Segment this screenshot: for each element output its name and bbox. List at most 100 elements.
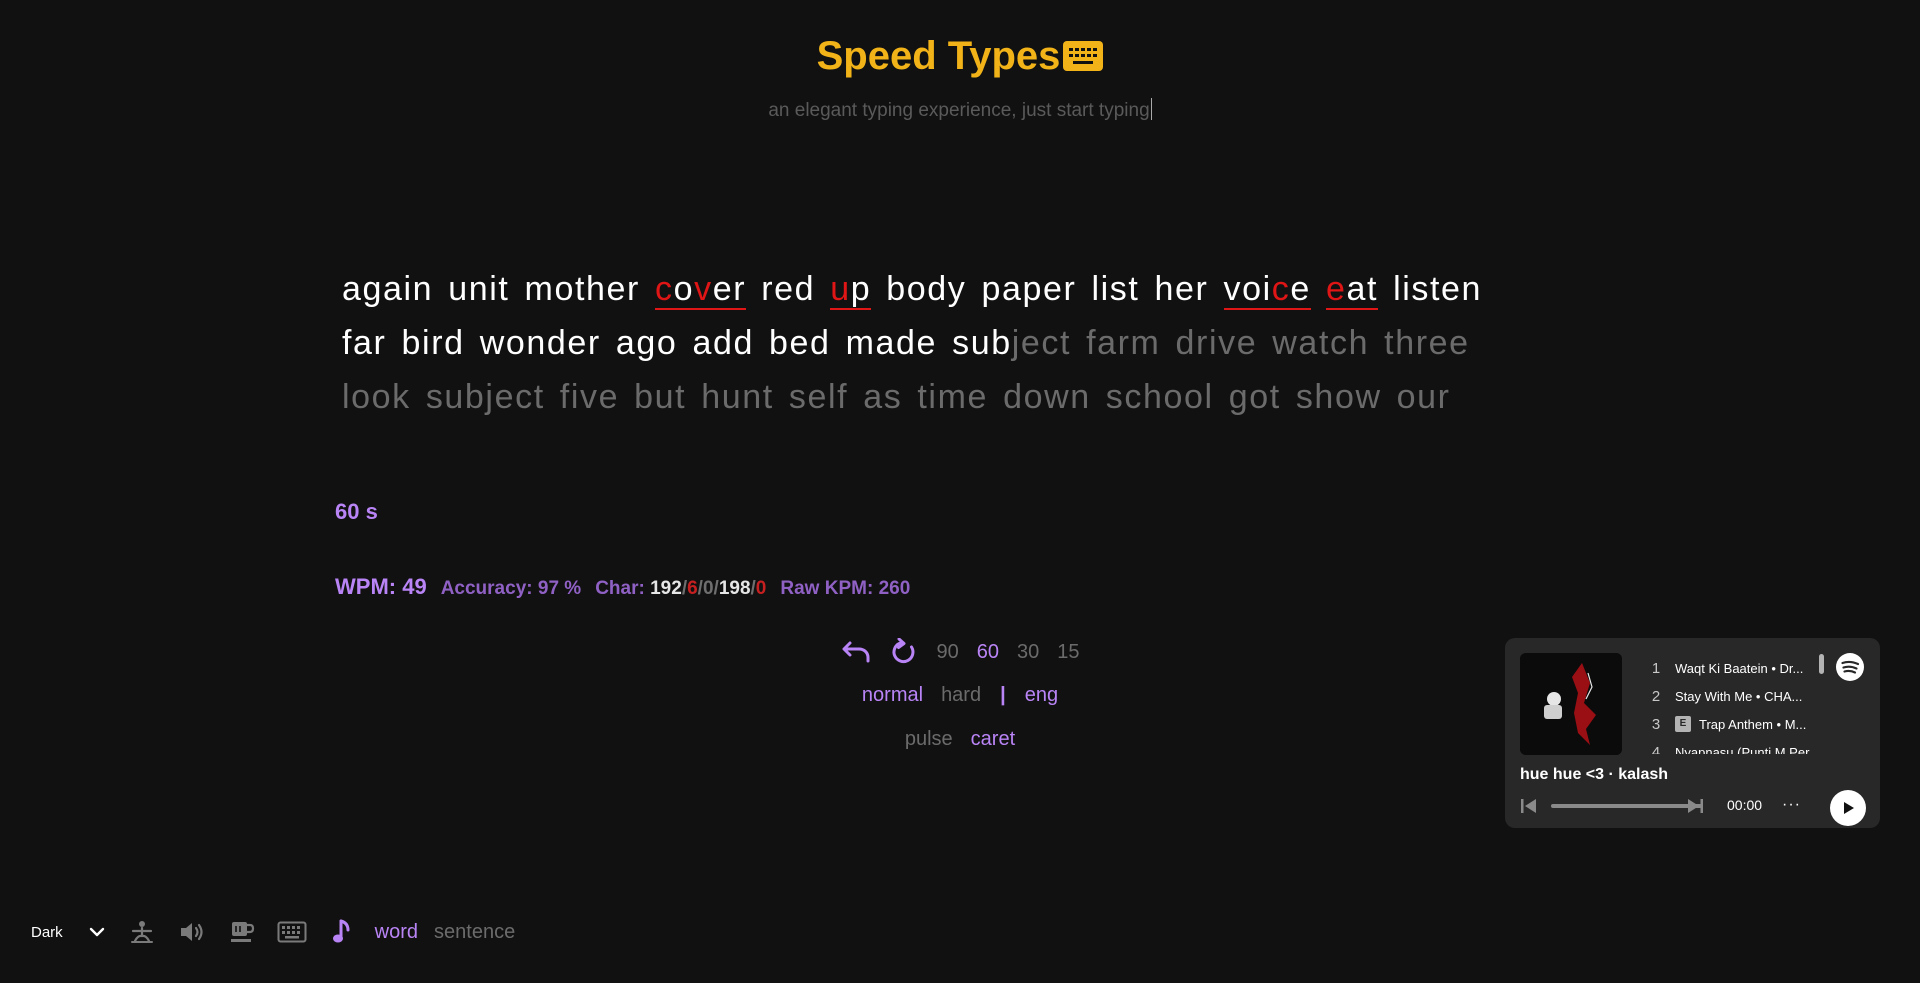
timer-unit: s: [365, 499, 378, 524]
mode-word[interactable]: word: [375, 921, 418, 944]
track-title: Nyapnasu (Punti M Per...: [1675, 744, 1820, 755]
footer-toolbar: Dark word sentence: [31, 916, 531, 948]
timer-value: 60: [335, 499, 360, 524]
undo-icon[interactable]: [839, 637, 873, 667]
keyboard-icon[interactable]: [275, 916, 309, 948]
char-missing: 0: [702, 578, 714, 599]
correct-chars: voi: [1223, 270, 1272, 308]
word: made: [845, 324, 938, 362]
char-stat: Char: 192/6/0/198/0: [595, 578, 767, 599]
track-list[interactable]: 1 Waqt Ki Baatein • Dr... 2 Stay With Me •…: [1643, 654, 1833, 755]
char-label: Char:: [595, 578, 645, 599]
theme-select[interactable]: Dark: [31, 924, 63, 941]
correct-chars: e: [1290, 270, 1311, 308]
mode-sentence[interactable]: sentence: [434, 921, 515, 944]
word: unit: [448, 270, 510, 308]
wpm-stat: WPM: 49: [335, 574, 427, 600]
track-number: 2: [1651, 687, 1661, 705]
word: drive: [1175, 324, 1258, 362]
word: bird: [401, 324, 465, 362]
track-item[interactable]: 3 E Trap Anthem • M...: [1643, 710, 1833, 738]
typing-area[interactable]: again unit mother cover red up body pape…: [342, 262, 1602, 424]
correct-chars: er: [712, 270, 747, 308]
difficulty-hard[interactable]: hard: [941, 684, 981, 707]
subtitle-text: an elegant typing experience, just start…: [768, 100, 1150, 121]
duration-15[interactable]: 15: [1057, 641, 1079, 664]
separator: |: [1000, 684, 1006, 706]
word: body: [886, 270, 967, 308]
untyped-chars: ject: [1011, 324, 1072, 362]
wpm-label: WPM:: [335, 574, 397, 599]
focus-mode-icon[interactable]: [125, 916, 159, 948]
play-button[interactable]: [1830, 790, 1866, 826]
restart-icon[interactable]: [887, 637, 921, 667]
words-line-3: look subject five but hunt self as time …: [342, 378, 1451, 416]
word: watch: [1272, 324, 1370, 362]
word: paper: [981, 270, 1077, 308]
char-incorrect: 6: [687, 578, 698, 599]
sound-icon[interactable]: [175, 916, 209, 948]
album-art[interactable]: [1520, 653, 1622, 755]
word-with-errors: up: [830, 270, 872, 310]
music-icon[interactable]: [325, 916, 359, 948]
accuracy-value: 97: [537, 578, 560, 599]
accuracy-stat: Accuracy: 97 %: [441, 578, 582, 600]
progress-bar[interactable]: [1551, 804, 1702, 808]
keyboard-logo-icon: [1063, 32, 1104, 88]
coffee-icon[interactable]: [225, 916, 259, 948]
track-number: 3: [1651, 715, 1661, 733]
duration-30[interactable]: 30: [1017, 641, 1039, 664]
words-line-2: far bird wonder ago add bed made subject…: [342, 316, 1602, 370]
incorrect-char: v: [694, 270, 713, 308]
word-with-errors: cover: [654, 270, 747, 310]
word: farm: [1086, 324, 1161, 362]
correct-chars: o: [673, 270, 695, 308]
track-number: 1: [1651, 659, 1661, 677]
word: listen: [1393, 270, 1483, 308]
duration-90[interactable]: 90: [937, 641, 959, 664]
now-playing-title: hue hue <3 · kalash: [1520, 766, 1669, 783]
previous-track-icon[interactable]: [1520, 797, 1538, 820]
difficulty-normal[interactable]: normal: [862, 684, 923, 707]
language-eng[interactable]: eng: [1025, 684, 1058, 707]
track-item[interactable]: 4 Nyapnasu (Punti M Per...: [1643, 738, 1833, 755]
app-title: Speed Types: [817, 28, 1104, 88]
char-correct: 192: [650, 578, 682, 599]
chevron-down-icon[interactable]: [89, 927, 105, 937]
incorrect-char: u: [830, 270, 851, 308]
player-controls: 00:00 ···: [1520, 790, 1866, 826]
app-title-text: Speed Types: [816, 34, 1061, 78]
track-title: Trap Anthem • M...: [1699, 716, 1807, 732]
countdown-timer: 60 s: [335, 499, 378, 525]
current-word: subject: [952, 324, 1071, 362]
word: wonder: [479, 324, 601, 362]
wpm-value: 49: [402, 574, 427, 599]
typed-chars: sub: [952, 324, 1012, 362]
track-title: Stay With Me • CHA...: [1675, 688, 1803, 704]
raw-kpm-stat: Raw KPM: 260: [780, 578, 910, 600]
track-item[interactable]: 2 Stay With Me • CHA...: [1643, 682, 1833, 710]
track-item[interactable]: 1 Waqt Ki Baatein • Dr...: [1643, 654, 1833, 682]
incorrect-char: e: [1325, 270, 1347, 308]
spotify-player: 1 Waqt Ki Baatein • Dr... 2 Stay With Me •…: [1505, 638, 1880, 828]
caret-style-caret[interactable]: caret: [971, 728, 1015, 751]
char-total: 198: [718, 578, 751, 599]
word: mother: [524, 270, 640, 308]
correct-chars: p: [850, 270, 872, 308]
duration-60[interactable]: 60: [977, 641, 999, 664]
header: Speed Types an elegant typing experience…: [0, 28, 1920, 122]
word: three: [1384, 324, 1470, 362]
word: bed: [769, 324, 831, 362]
spotify-logo-icon[interactable]: [1835, 652, 1865, 687]
word: her: [1154, 270, 1209, 308]
more-options-icon[interactable]: ···: [1782, 796, 1801, 814]
next-track-icon[interactable]: [1686, 797, 1704, 820]
accuracy-label: Accuracy:: [440, 578, 533, 599]
incorrect-char: c: [654, 270, 674, 308]
raw-kpm-value: 260: [878, 578, 911, 599]
track-list-scrollbar[interactable]: [1819, 654, 1824, 674]
text-caret: [1150, 98, 1152, 120]
caret-style-pulse[interactable]: pulse: [905, 728, 953, 751]
correct-chars: at: [1346, 270, 1379, 308]
explicit-badge: E: [1675, 716, 1691, 732]
